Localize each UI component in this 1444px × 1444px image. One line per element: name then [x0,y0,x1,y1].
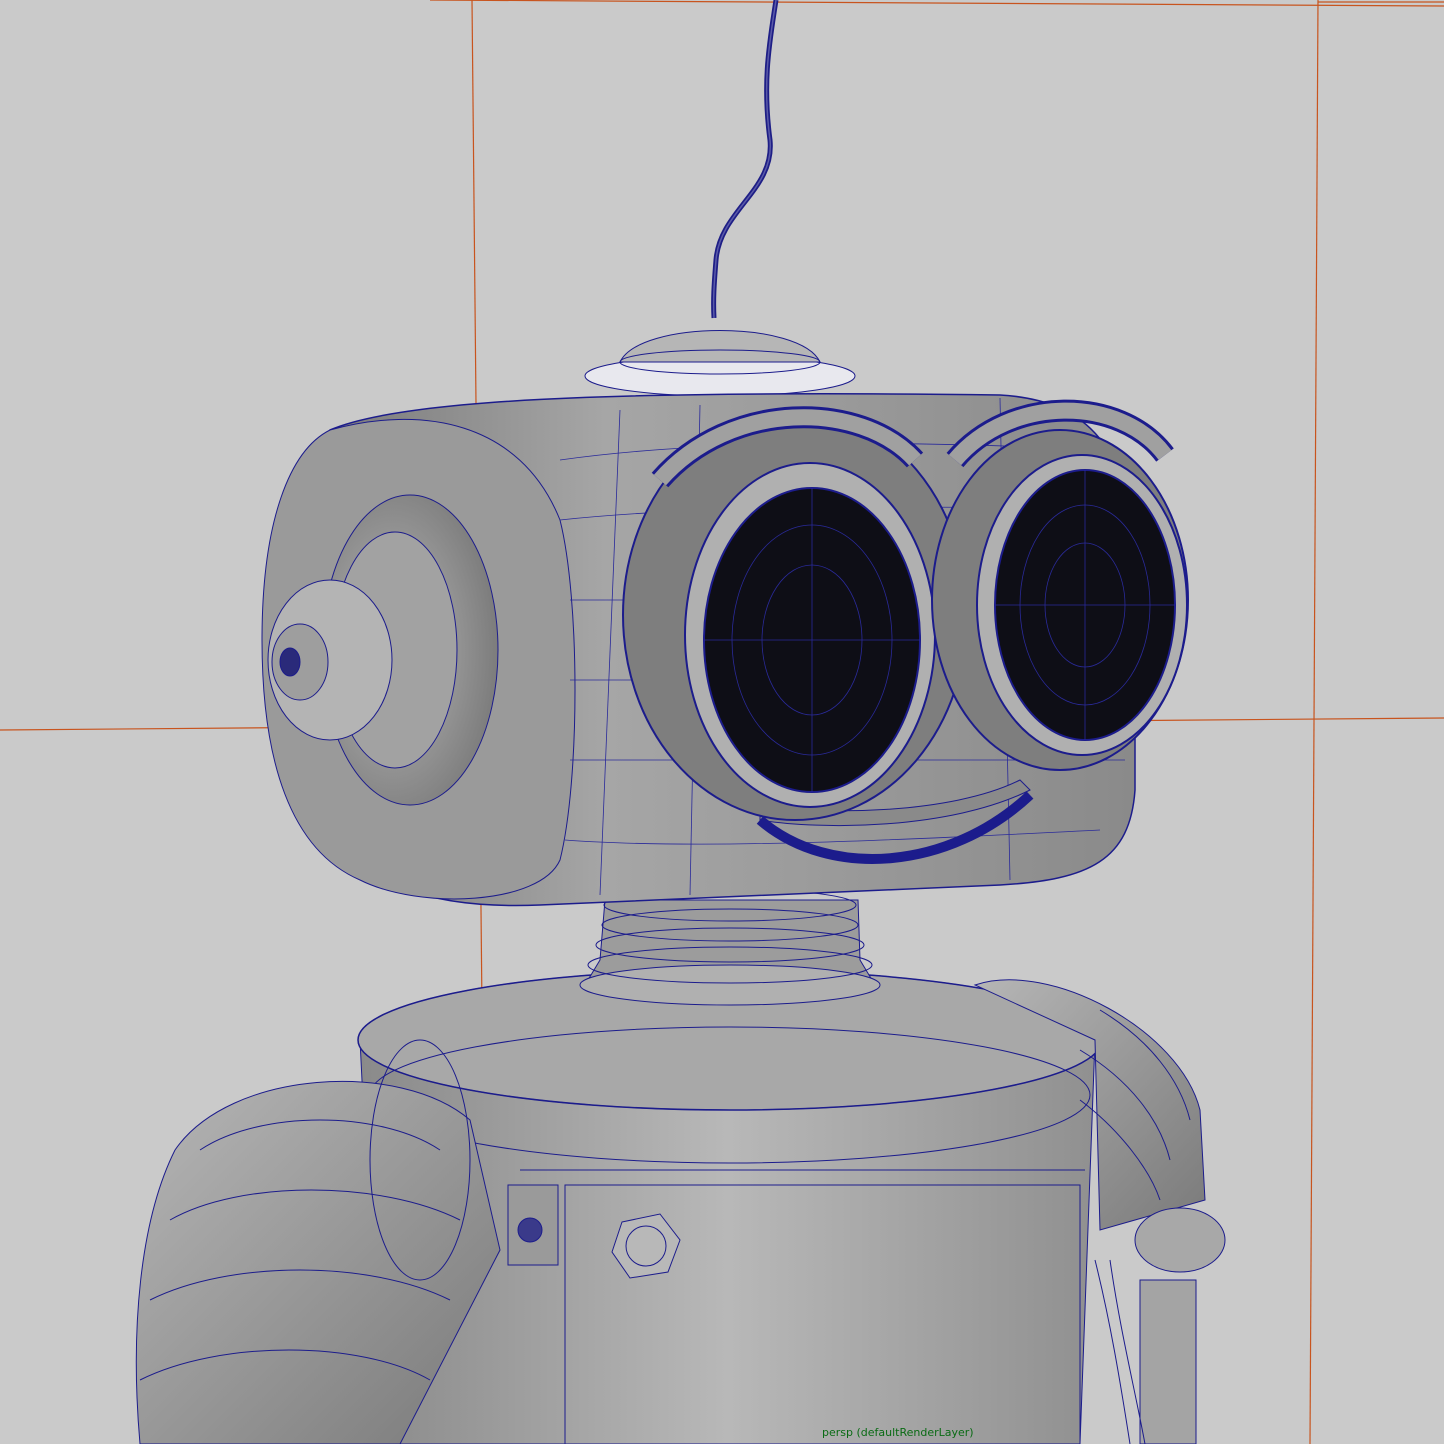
3d-viewport-persp[interactable]: persp (defaultRenderLayer) [0,0,1444,1444]
camera-label: persp (defaultRenderLayer) [822,1426,974,1439]
antenna-dome [584,330,856,397]
antenna-cable [711,0,779,319]
robot-left-eye [622,406,968,821]
viewport-scene [0,0,1444,1444]
robot-neck [579,888,881,1006]
